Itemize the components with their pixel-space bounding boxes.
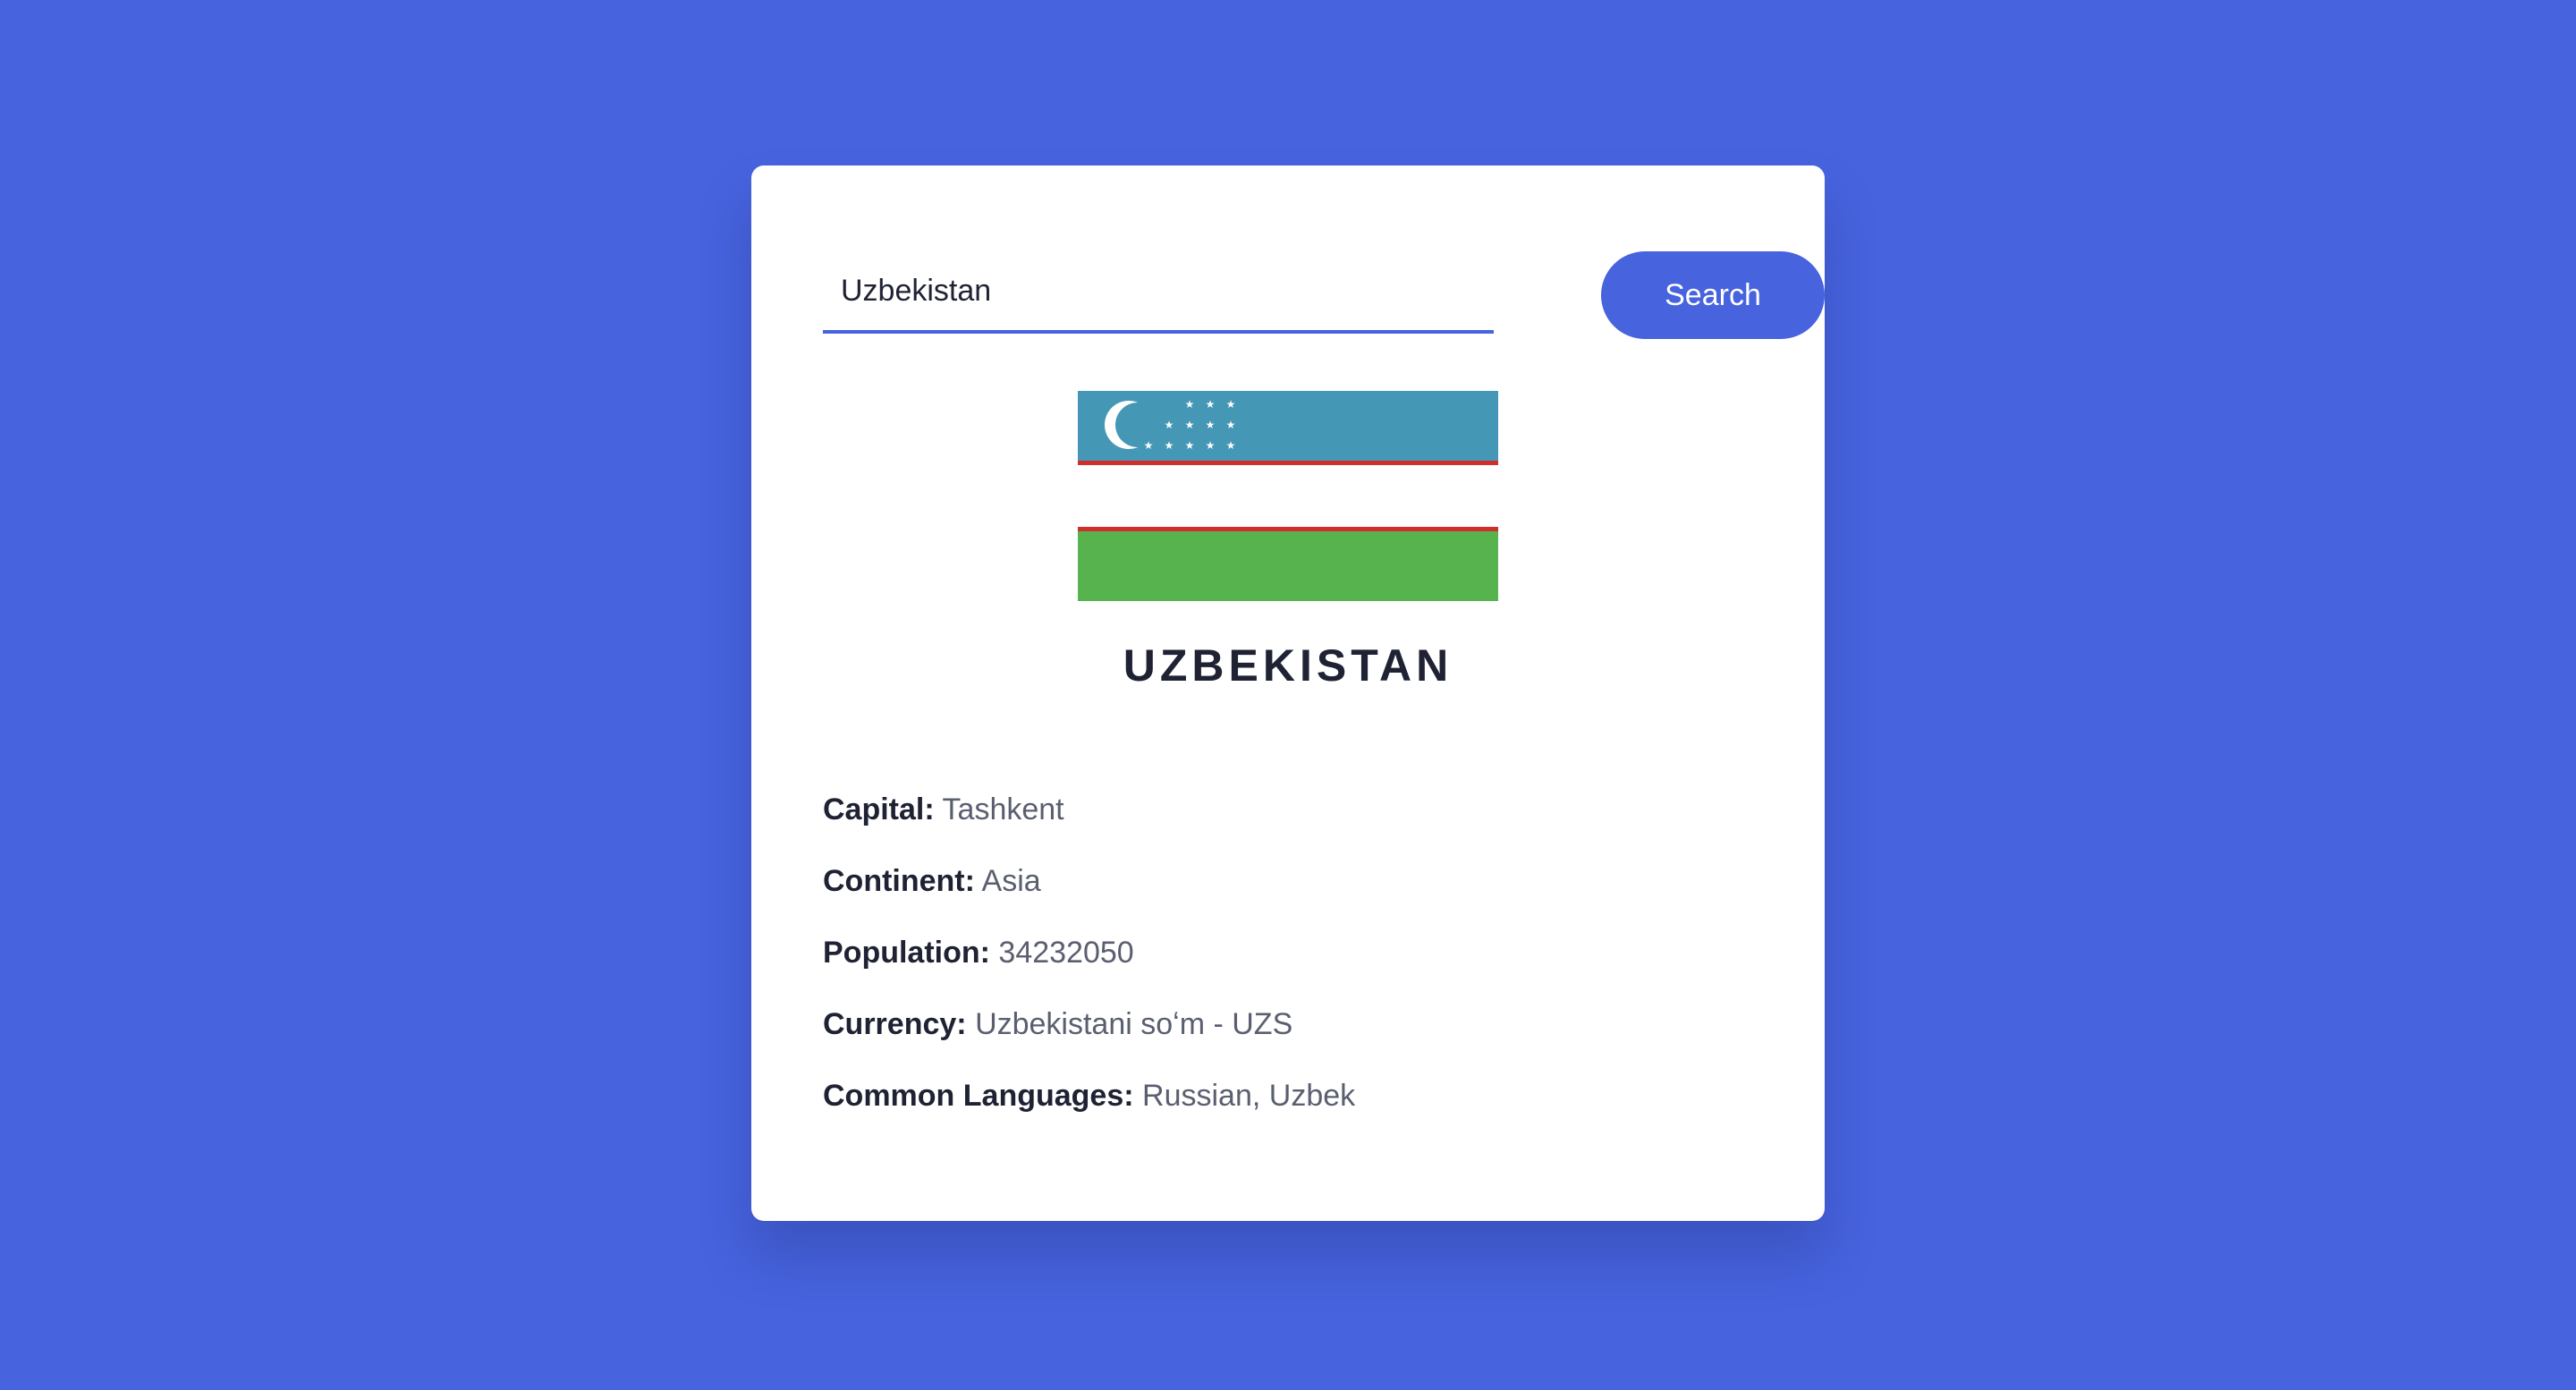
- detail-continent: Continent: Asia: [823, 845, 1753, 917]
- country-card: Search ★ ★ ★ ★ ★ ★ ★ ★ ★ ★ ★ ★ UZBEKISTA…: [751, 165, 1825, 1221]
- flag-star: ★: [1206, 398, 1216, 411]
- flag-green-band: [1078, 531, 1498, 601]
- flag-star: ★: [1226, 439, 1236, 452]
- detail-label: Continent:: [823, 864, 975, 898]
- flag-star: ★: [1165, 439, 1174, 452]
- detail-value: 34232050: [998, 936, 1134, 970]
- detail-label: Currency:: [823, 1007, 967, 1041]
- flag-white-band: [1078, 465, 1498, 527]
- country-details: Capital: Tashkent Continent: Asia Popula…: [823, 774, 1753, 1131]
- flag-star: ★: [1206, 439, 1216, 452]
- detail-value: Tashkent: [942, 792, 1064, 826]
- detail-currency: Currency: Uzbekistani soʻm - UZS: [823, 988, 1753, 1060]
- flag-star: ★: [1206, 419, 1216, 431]
- uzbekistan-flag: ★ ★ ★ ★ ★ ★ ★ ★ ★ ★ ★ ★: [1078, 391, 1498, 601]
- flag-star: ★: [1144, 439, 1154, 452]
- country-name-heading: UZBEKISTAN: [1123, 640, 1453, 691]
- detail-population: Population: 34232050: [823, 917, 1753, 988]
- detail-label: Common Languages:: [823, 1079, 1134, 1113]
- search-bar: Search: [823, 251, 1825, 341]
- detail-label: Capital:: [823, 792, 935, 826]
- detail-common-languages: Common Languages: Russian, Uzbek: [823, 1060, 1753, 1131]
- detail-value: Russian, Uzbek: [1142, 1079, 1356, 1113]
- detail-label: Population:: [823, 936, 990, 970]
- detail-capital: Capital: Tashkent: [823, 774, 1753, 845]
- search-button[interactable]: Search: [1601, 251, 1825, 339]
- detail-value: Asia: [981, 864, 1041, 898]
- flag-star: ★: [1226, 398, 1236, 411]
- flag-star: ★: [1165, 419, 1174, 431]
- flag-star: ★: [1185, 439, 1195, 452]
- flag-star: ★: [1185, 398, 1195, 411]
- country-search-input[interactable]: [823, 251, 1494, 334]
- flag-red-stripe-bottom: [1078, 527, 1498, 531]
- flag-star: ★: [1185, 419, 1195, 431]
- detail-value: Uzbekistani soʻm - UZS: [975, 1007, 1293, 1041]
- flag-crescent-cutout: [1115, 403, 1160, 447]
- flag-star: ★: [1226, 419, 1236, 431]
- flag-red-stripe-top: [1078, 461, 1498, 465]
